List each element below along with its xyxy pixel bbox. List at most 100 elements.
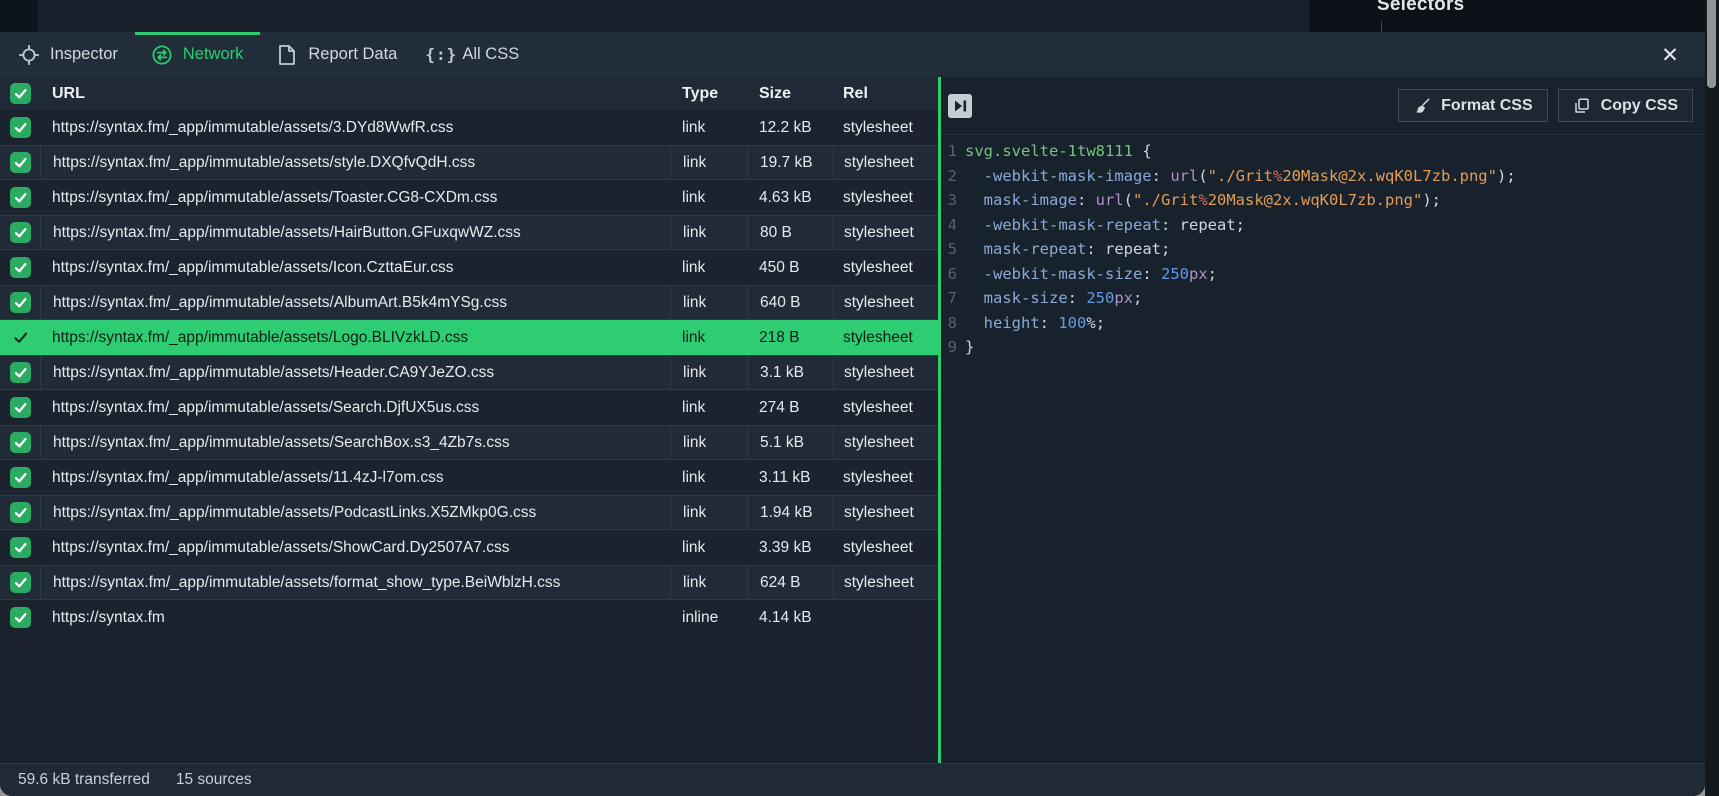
devtools-panel: InspectorNetworkReport Data{:}All CSS ✕ … [0,32,1705,796]
row-checkbox[interactable] [10,397,31,418]
row-checkbox[interactable] [10,257,31,278]
row-type: link [670,216,747,249]
tab-label: Network [183,45,244,64]
table-row[interactable]: https://syntax.fm/_app/immutable/assets/… [0,285,938,320]
row-url: https://syntax.fm/_app/immutable/assets/… [40,426,670,459]
row-url: https://syntax.fm/_app/immutable/assets/… [40,469,670,487]
row-checkbox[interactable] [10,222,31,243]
table-row[interactable]: https://syntax.fm/_app/immutable/assets/… [0,565,938,600]
format-css-button[interactable]: Format CSS [1398,89,1548,122]
row-type: inline [670,609,747,627]
row-size: 5.1 kB [747,426,833,459]
tab-label: Report Data [308,45,397,64]
code-line: 2 -webkit-mask-image: url("./Grit%20Mask… [941,164,1705,189]
row-size: 218 B [747,329,833,347]
row-type: link [670,539,747,557]
table-row[interactable]: https://syntax.fm/_app/immutable/assets/… [0,180,938,215]
row-size: 624 B [747,566,833,599]
row-url: https://syntax.fm/_app/immutable/assets/… [40,496,670,529]
code-line: 1svg.svelte-1tw8111 { [941,139,1705,164]
row-checkbox[interactable] [10,292,31,313]
row-checkbox[interactable] [10,362,31,383]
row-rel: stylesheet [833,356,938,389]
table-row[interactable]: https://syntax.fminline4.14 kB [0,600,938,635]
code-line: 5 mask-repeat: repeat; [941,237,1705,262]
code-line: 6 -webkit-mask-size: 250px; [941,262,1705,287]
table-row[interactable]: https://syntax.fm/_app/immutable/assets/… [0,215,938,250]
row-checkbox[interactable] [10,572,31,593]
line-number: 5 [941,237,965,262]
row-rel: stylesheet [833,566,938,599]
row-checkbox[interactable] [10,467,31,488]
select-all-checkbox[interactable] [10,83,31,104]
active-tab-underline [135,32,261,35]
table-row[interactable]: https://syntax.fm/_app/immutable/assets/… [0,530,938,565]
row-type: link [670,286,747,319]
column-header-url[interactable]: URL [40,85,670,103]
column-header-type[interactable]: Type [670,85,747,103]
background-page-strip: Selectors [0,0,1705,32]
table-row[interactable]: https://syntax.fm/_app/immutable/assets/… [0,250,938,285]
sources-count: 15 sources [176,771,252,789]
copy-css-label: Copy CSS [1601,97,1678,115]
row-checkbox[interactable] [10,607,31,628]
copy-css-button[interactable]: Copy CSS [1558,89,1693,122]
format-css-label: Format CSS [1441,97,1533,115]
row-checkbox[interactable] [10,537,31,558]
column-header-size[interactable]: Size [747,85,833,103]
network-table: URL Type Size Rel https://syntax.fm/_app… [0,77,938,763]
row-size: 640 B [747,286,833,319]
row-rel: stylesheet [833,329,938,347]
row-checkbox[interactable] [10,117,31,138]
row-checkbox[interactable] [10,152,31,173]
row-type: link [670,426,747,459]
tab-report-data[interactable]: Report Data [260,32,414,77]
background-notch [0,0,38,32]
row-rel: stylesheet [833,469,938,487]
row-checkbox[interactable] [10,432,31,453]
row-rel: stylesheet [833,539,938,557]
line-number: 6 [941,262,965,287]
row-size: 450 B [747,259,833,277]
table-row[interactable]: https://syntax.fm/_app/immutable/assets/… [0,355,938,390]
document-icon [277,45,297,65]
css-code[interactable]: 1svg.svelte-1tw8111 {2 -webkit-mask-imag… [941,135,1705,763]
row-url: https://syntax.fm/_app/immutable/assets/… [40,286,670,319]
table-row[interactable]: https://syntax.fm/_app/immutable/assets/… [0,460,938,495]
page-scrollbar-track[interactable] [1705,0,1719,796]
row-url: https://syntax.fm/_app/immutable/assets/… [40,189,670,207]
code-line: 7 mask-size: 250px; [941,286,1705,311]
toggle-sidebar-icon[interactable] [948,94,972,118]
row-checkbox[interactable] [10,187,31,208]
column-header-rel[interactable]: Rel [833,85,938,103]
table-row[interactable]: https://syntax.fm/_app/immutable/assets/… [0,390,938,425]
row-type: link [670,356,747,389]
crosshair-icon [19,45,39,65]
page-scrollbar-thumb[interactable] [1707,0,1716,88]
tab-network[interactable]: Network [135,32,261,77]
code-line: 9} [941,335,1705,360]
tab-all-css[interactable]: {:}All CSS [414,32,536,77]
table-row[interactable]: https://syntax.fm/_app/immutable/assets/… [0,110,938,145]
row-checkmark-icon[interactable] [12,329,29,346]
table-row[interactable]: https://syntax.fm/_app/immutable/assets/… [0,425,938,460]
table-row[interactable]: https://syntax.fm/_app/immutable/assets/… [0,320,938,355]
tab-inspector[interactable]: Inspector [2,32,135,77]
row-url: https://syntax.fm/_app/immutable/assets/… [40,356,670,389]
row-url: https://syntax.fm/_app/immutable/assets/… [40,566,670,599]
background-selectors-block: Selectors [1309,0,1705,32]
row-url: https://syntax.fm/_app/immutable/assets/… [40,216,670,249]
row-checkbox[interactable] [10,502,31,523]
code-line: 4 -webkit-mask-repeat: repeat; [941,213,1705,238]
row-url: https://syntax.fm/_app/immutable/assets/… [40,329,670,347]
row-type: link [670,119,747,137]
row-type: link [670,189,747,207]
close-icon[interactable]: ✕ [1657,42,1683,68]
table-row[interactable]: https://syntax.fm/_app/immutable/assets/… [0,145,938,180]
selectors-heading: Selectors [1377,0,1464,16]
row-size: 3.1 kB [747,356,833,389]
table-row[interactable]: https://syntax.fm/_app/immutable/assets/… [0,495,938,530]
row-url: https://syntax.fm/_app/immutable/assets/… [40,399,670,417]
table-header-row: URL Type Size Rel [0,77,938,110]
row-size: 3.11 kB [747,469,833,487]
